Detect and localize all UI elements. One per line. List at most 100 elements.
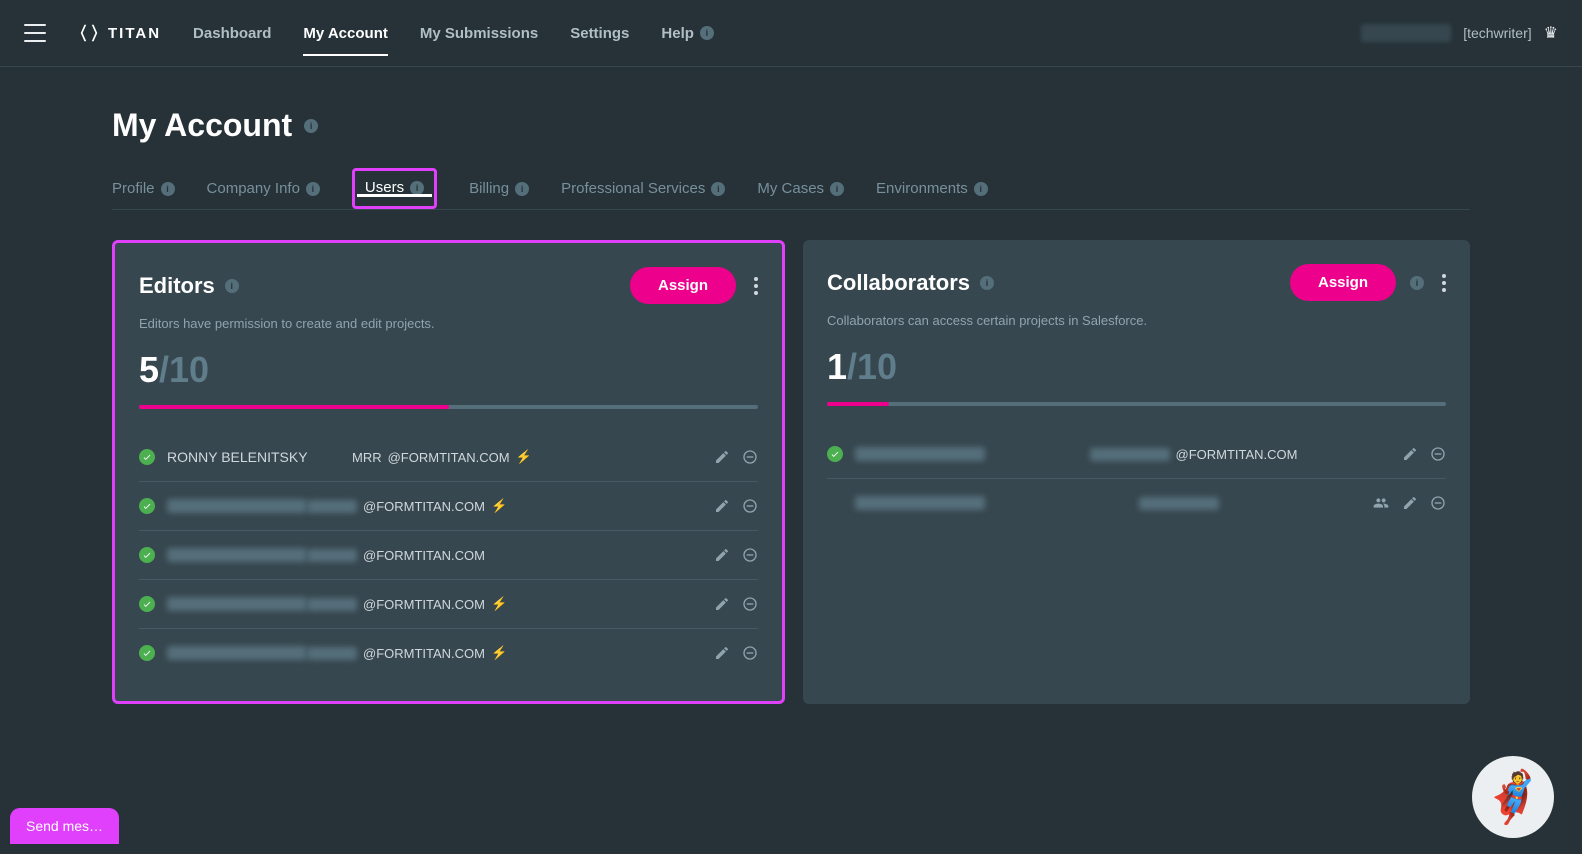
info-icon: i: [830, 182, 844, 196]
check-icon: [139, 498, 155, 514]
tab-billing[interactable]: Billingi: [469, 168, 529, 209]
editors-progress: [139, 405, 758, 409]
tab-users[interactable]: Usersi: [365, 179, 424, 196]
editors-title: Editors: [139, 273, 215, 299]
remove-icon[interactable]: [742, 547, 758, 563]
editor-name-blur: [167, 646, 307, 660]
nav-help[interactable]: Help i: [661, 3, 714, 64]
collaborators-count: 1/10: [827, 346, 1446, 388]
info-icon: i: [515, 182, 529, 196]
info-icon: i: [700, 26, 714, 40]
info-icon: i: [306, 182, 320, 196]
check-icon: [139, 547, 155, 563]
sub-tabs: Profilei Company Infoi Usersi Billingi P…: [112, 168, 1470, 210]
collaborators-assign-button[interactable]: Assign: [1290, 264, 1396, 301]
check-icon: [139, 449, 155, 465]
collaborator-email: @FORMTITAN.COM: [985, 447, 1402, 462]
info-icon: i: [711, 182, 725, 196]
editor-name: RONNY BELENITSKY: [167, 449, 352, 465]
editor-email: @FORMTITAN.COM: [307, 548, 714, 563]
mascot-avatar[interactable]: 🦸: [1472, 756, 1554, 838]
send-message-button[interactable]: Send mes…: [10, 808, 119, 844]
bolt-icon: ⚡: [491, 596, 507, 612]
collaborator-row: @FORMTITAN.COM: [827, 430, 1446, 479]
cards-row: Editors i Assign Editors have permission…: [112, 240, 1470, 704]
editors-menu-icon[interactable]: [750, 273, 758, 299]
remove-icon[interactable]: [742, 449, 758, 465]
edit-icon[interactable]: [714, 449, 730, 465]
info-icon[interactable]: i: [225, 279, 239, 293]
collaborators-header: Collaborators i Assign i: [827, 264, 1446, 301]
user-role: [techwriter]: [1463, 25, 1531, 41]
check-icon: [827, 446, 843, 462]
tab-users-highlight: Usersi: [352, 168, 437, 209]
editors-list: RONNY BELENITSKYMRR@FORMTITAN.COM⚡ @FORMT…: [139, 433, 758, 677]
info-icon: i: [161, 182, 175, 196]
info-icon: i: [410, 181, 424, 195]
user-name-blur: [1361, 24, 1451, 42]
editor-row: @FORMTITAN.COM: [139, 531, 758, 580]
logo-icon: [78, 22, 100, 44]
bolt-icon: ⚡: [491, 645, 507, 661]
collaborator-name-blur: [855, 496, 985, 510]
collaborators-progress: [827, 402, 1446, 406]
edit-icon[interactable]: [1402, 495, 1418, 511]
edit-icon[interactable]: [1402, 446, 1418, 462]
edit-icon[interactable]: [714, 596, 730, 612]
nav-settings[interactable]: Settings: [570, 3, 629, 64]
bolt-icon: ⚡: [491, 498, 507, 514]
editor-email: @FORMTITAN.COM⚡: [307, 596, 714, 612]
nav-my-submissions[interactable]: My Submissions: [420, 3, 538, 64]
collaborators-description: Collaborators can access certain project…: [827, 313, 1446, 328]
bolt-icon: ⚡: [516, 449, 532, 465]
info-icon[interactable]: i: [304, 119, 318, 133]
crown-icon: ♛: [1544, 23, 1558, 43]
editors-assign-button[interactable]: Assign: [630, 267, 736, 304]
people-icon[interactable]: [1372, 495, 1390, 511]
remove-icon[interactable]: [742, 498, 758, 514]
nav-items: Dashboard My Account My Submissions Sett…: [193, 3, 714, 64]
editor-name-blur: [167, 499, 307, 513]
edit-icon[interactable]: [714, 547, 730, 563]
editor-row: RONNY BELENITSKYMRR@FORMTITAN.COM⚡: [139, 433, 758, 482]
edit-icon[interactable]: [714, 645, 730, 661]
editors-description: Editors have permission to create and ed…: [139, 316, 758, 331]
page-title: My Account i: [112, 107, 1470, 144]
editors-header: Editors i Assign: [139, 267, 758, 304]
tab-professional-services[interactable]: Professional Servicesi: [561, 168, 725, 209]
editor-name-blur: [167, 548, 307, 562]
editor-name-blur: [167, 597, 307, 611]
top-nav: TITAN Dashboard My Account My Submission…: [0, 0, 1582, 67]
collaborator-name-blur: [855, 447, 985, 461]
remove-icon[interactable]: [1430, 495, 1446, 511]
remove-icon[interactable]: [1430, 446, 1446, 462]
editors-card: Editors i Assign Editors have permission…: [112, 240, 785, 704]
nav-my-account[interactable]: My Account: [303, 3, 387, 64]
logo[interactable]: TITAN: [78, 22, 161, 44]
editor-row: @FORMTITAN.COM⚡: [139, 482, 758, 531]
tab-my-cases[interactable]: My Casesi: [757, 168, 844, 209]
edit-icon[interactable]: [714, 498, 730, 514]
info-icon[interactable]: i: [1410, 276, 1424, 290]
content-area: My Account i Profilei Company Infoi User…: [0, 67, 1582, 704]
hamburger-menu-icon[interactable]: [24, 24, 46, 42]
remove-icon[interactable]: [742, 596, 758, 612]
collaborators-list: @FORMTITAN.COM: [827, 430, 1446, 527]
editor-row: @FORMTITAN.COM⚡: [139, 580, 758, 629]
collaborators-card: Collaborators i Assign i Collaborators c…: [803, 240, 1470, 704]
collaborator-row: [827, 479, 1446, 527]
nav-dashboard[interactable]: Dashboard: [193, 3, 271, 64]
info-icon[interactable]: i: [980, 276, 994, 290]
editor-email: @FORMTITAN.COM⚡: [307, 498, 714, 514]
remove-icon[interactable]: [742, 645, 758, 661]
editor-row: @FORMTITAN.COM⚡: [139, 629, 758, 677]
tab-environments[interactable]: Environmentsi: [876, 168, 988, 209]
editor-email: MRR@FORMTITAN.COM⚡: [352, 449, 714, 465]
tab-company-info[interactable]: Company Infoi: [207, 168, 320, 209]
logo-text: TITAN: [108, 25, 161, 42]
nav-user-area[interactable]: [techwriter] ♛: [1361, 23, 1558, 43]
tab-profile[interactable]: Profilei: [112, 168, 175, 209]
editor-email: @FORMTITAN.COM⚡: [307, 645, 714, 661]
collaborators-menu-icon[interactable]: [1438, 270, 1446, 296]
info-icon: i: [974, 182, 988, 196]
